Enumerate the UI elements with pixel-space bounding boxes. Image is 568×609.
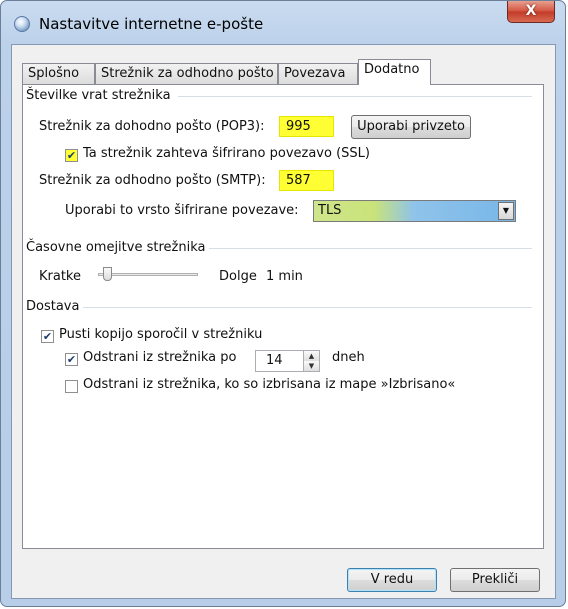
remove-deleted-label: Odstrani iz strežnika, ko so izbrisana i… [83, 377, 456, 392]
tab-splosno[interactable]: Splošno [22, 63, 95, 84]
days-input[interactable]: 14 [255, 350, 305, 372]
encryption-type-label: Uporabi to vrsto šifrirane povezave: [65, 203, 299, 218]
delivery-section-title: Dostava [26, 299, 84, 314]
tab-dodatno[interactable]: Dodatno [358, 59, 431, 85]
section-divider [178, 96, 532, 97]
settings-dialog: Nastavitve internetne e-pošte X Splošno … [0, 0, 566, 607]
remove-after-checkbox[interactable]: ✔ [65, 353, 78, 366]
title-bar[interactable]: Nastavitve internetne e-pošte X [1, 1, 565, 45]
use-defaults-button[interactable]: Uporabi privzeto [351, 115, 471, 139]
chevron-down-icon[interactable]: ▼ [498, 202, 514, 220]
pop3-port-label: Strežnik za dohodno pošto (POP3): [39, 119, 265, 134]
outlook-globe-icon [14, 16, 30, 32]
cancel-button[interactable]: Prekliči [450, 568, 540, 592]
section-divider [83, 307, 532, 308]
window-title: Nastavitve internetne e-pošte [39, 15, 264, 33]
encryption-type-select[interactable]: TLS ▼ [313, 200, 516, 222]
spin-down-icon[interactable]: ▼ [304, 361, 319, 371]
smtp-port-input[interactable]: 587 [279, 170, 334, 191]
close-button[interactable]: X [507, 1, 555, 23]
remove-after-label: Odstrani iz strežnika po [83, 350, 237, 365]
ssl-checkbox-label: Ta strežnik zahteva šifrirano povezavo (… [83, 146, 370, 161]
timeout-value: 1 min [266, 269, 303, 284]
timeout-long-label: Dolge [219, 269, 257, 284]
tab-panel-dodatno: Številke vrat strežnika Strežnik za doho… [22, 84, 544, 549]
days-spinner[interactable]: ▲ ▼ [303, 350, 320, 372]
ssl-checkbox[interactable]: ✔ [65, 149, 78, 162]
pop3-port-input[interactable]: 995 [279, 116, 334, 137]
encryption-type-value: TLS [318, 203, 342, 218]
leave-copy-label: Pusti kopijo sporočil v strežniku [59, 327, 263, 342]
ports-section-title: Številke vrat strežnika [26, 88, 175, 103]
tab-odhodni-streznik[interactable]: Strežnik za odhodno pošto [95, 63, 278, 84]
smtp-port-label: Strežnik za odhodno pošto (SMTP): [39, 173, 266, 188]
ok-button[interactable]: V redu [347, 568, 437, 592]
timeout-slider-thumb[interactable] [102, 267, 112, 281]
dialog-body: Splošno Strežnik za odhodno pošto Poveza… [11, 44, 556, 599]
section-divider [203, 248, 532, 249]
timeout-slider-track[interactable] [98, 273, 198, 276]
remove-deleted-checkbox[interactable] [65, 380, 78, 393]
days-unit-label: dneh [332, 350, 365, 365]
leave-copy-checkbox[interactable]: ✔ [41, 330, 54, 343]
timeout-short-label: Kratke [39, 269, 81, 284]
tab-povezava[interactable]: Povezava [278, 63, 358, 84]
timeouts-section-title: Časovne omejitve strežnika [26, 240, 210, 255]
